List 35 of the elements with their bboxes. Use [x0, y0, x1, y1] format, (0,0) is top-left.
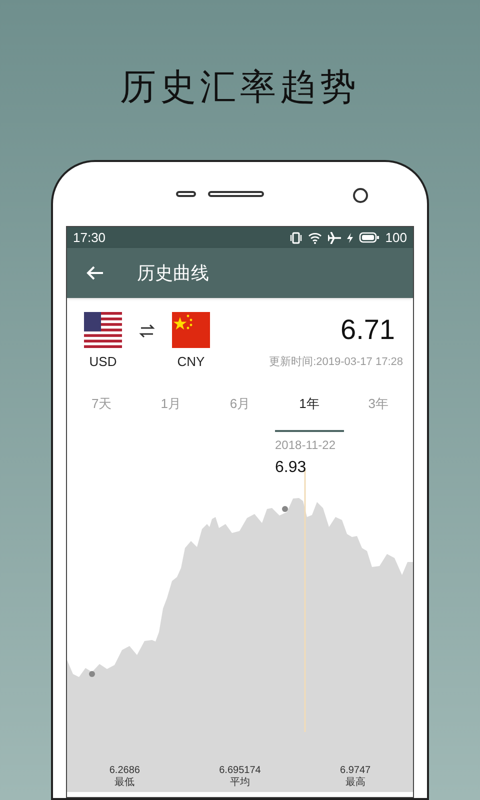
- promo-title: 历史汇率趋势: [120, 66, 360, 110]
- swap-icon[interactable]: [139, 324, 155, 338]
- period-tab[interactable]: 6月: [205, 394, 275, 432]
- battery-icon: [359, 232, 380, 243]
- period-tab[interactable]: 1年: [274, 394, 344, 432]
- quote-currency-code[interactable]: CNY: [177, 352, 205, 372]
- airplane-icon: [328, 232, 342, 244]
- speaker-slot: [176, 191, 196, 197]
- speaker-slot: [208, 191, 264, 197]
- battery-level: 100: [385, 228, 407, 247]
- tooltip-date: 2018-11-22: [275, 437, 336, 454]
- stat-label: 最高: [345, 777, 366, 789]
- period-tab[interactable]: 1月: [136, 394, 206, 432]
- high-point-marker: [282, 506, 288, 512]
- period-tab[interactable]: 7天: [67, 394, 136, 432]
- base-currency-code[interactable]: USD: [89, 352, 117, 372]
- status-time: 17:30: [73, 228, 106, 247]
- camera: [353, 188, 368, 203]
- stat-value: 6.2686: [109, 765, 140, 777]
- tooltip-value: 6.93: [275, 458, 306, 478]
- china-flag-icon: [172, 312, 210, 348]
- app-bar-title: 历史曲线: [137, 262, 209, 284]
- low-point-marker: [89, 671, 95, 677]
- vibrate-icon: [290, 232, 302, 244]
- usa-flag-icon: [84, 312, 122, 348]
- period-tab[interactable]: 3年: [344, 394, 414, 432]
- stat-label: 平均: [230, 777, 250, 789]
- stat-value: 6.9747: [340, 765, 371, 776]
- update-time: 更新时间:2019-03-17 17:28: [269, 354, 403, 370]
- stat-value: 6.695174: [219, 765, 261, 777]
- wifi-icon: [308, 232, 322, 244]
- stat-label: 最低: [114, 777, 135, 789]
- charging-icon: [347, 232, 354, 242]
- exchange-rate: 6.71: [340, 313, 395, 347]
- back-arrow-icon: [86, 265, 104, 281]
